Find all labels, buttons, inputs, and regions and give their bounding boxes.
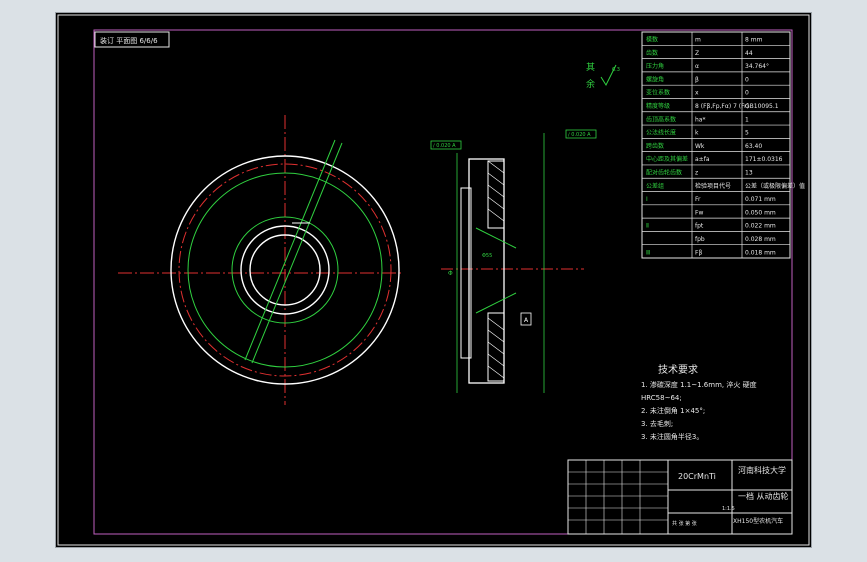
parameter-table: 模数 m 8 mm 齿数 Z 44 压力角 α 34.764° 螺旋角 β 0 变位系数 x 0 精度等级 8 … — [641, 31, 805, 259]
rim-bottom — [487, 312, 505, 382]
title-block: 20CrMnTi 河南科技大学 一档 从动齿轮 XH150型农机汽车 1:1.5… — [567, 459, 793, 535]
roughness-value: 6.3 — [612, 67, 620, 73]
drawing-canvas: 装订 平面图 6/6/6 其 余 6.3 A Φ Φ55 ∕ 0.020 A ∕… — [57, 14, 810, 546]
parameter-symbol: x — [695, 90, 699, 97]
parameter-value: 13 — [745, 170, 753, 177]
parameter-name: 变位系数 — [646, 89, 670, 97]
dim-line-2 — [475, 292, 517, 314]
tech-title: 技术要求 — [658, 363, 698, 376]
parameter-value: 0.028 mm — [745, 236, 776, 243]
parameter-symbol: fpb — [695, 236, 705, 243]
parameter-name: 精度等级 — [646, 102, 670, 110]
leader-line-2 — [251, 142, 343, 364]
parameter-value: 公差（或极限偏差）值 — [745, 182, 805, 190]
parameter-symbol: z — [695, 170, 698, 177]
parameter-value: 8 mm — [745, 37, 763, 44]
parameter-value: 0.018 mm — [745, 249, 776, 256]
parameter-name: 模数 — [646, 36, 658, 44]
parameter-value: 34.764° — [745, 63, 769, 70]
parameter-value: 0.022 mm — [745, 223, 776, 230]
parameter-symbol: Z — [695, 50, 699, 57]
parameter-symbol: β — [695, 76, 699, 83]
front-view — [118, 115, 402, 405]
roughness-note-2: 余 — [586, 78, 595, 90]
right-callout: ∕ 0.020 A — [568, 132, 591, 138]
parameter-symbol: k — [695, 130, 699, 137]
cad-viewport[interactable]: 装订 平面图 6/6/6 其 余 6.3 A Φ Φ55 ∕ 0.020 A ∕… — [55, 12, 812, 548]
parameter-name: 压力角 — [646, 62, 664, 70]
inner-border — [93, 29, 793, 535]
sheet-text: 共 张 第 张 — [672, 520, 697, 527]
parameter-value: GB10095.1 — [745, 103, 779, 110]
hatch-top — [487, 160, 505, 222]
tech-item-3: 2. 未注倒角 1×45°; — [641, 406, 705, 415]
tech-item-1: 1. 渗碳深度 1.1~1.6mm, 淬火 硬度 — [641, 380, 757, 389]
hub-outline — [468, 158, 505, 384]
parameter-name: Ⅰ — [646, 196, 648, 203]
material-text: 20CrMnTi — [678, 472, 716, 481]
top-callout: ∕ 0.020 A — [433, 143, 456, 149]
hatch-bottom — [487, 317, 505, 379]
parameter-value: 63.40 — [745, 143, 762, 150]
parameter-value: 0 — [745, 76, 749, 83]
slot-label: Φ55 — [482, 253, 492, 259]
datum-label: A — [524, 317, 529, 324]
parameter-symbol: Fβ — [695, 249, 702, 256]
corner-stamp-text: 装订 平面图 6/6/6 — [100, 36, 158, 45]
title-block-grid — [568, 460, 668, 534]
tech-item-4: 3. 去毛刺; — [641, 419, 673, 428]
parameter-symbol: Fr — [695, 196, 701, 203]
parameter-name: 螺旋角 — [646, 75, 664, 83]
parameter-value: 171±0.0316 — [745, 156, 783, 163]
parameter-symbol: ha* — [695, 116, 705, 123]
parameter-symbol: m — [695, 37, 701, 44]
section-view: A Φ Φ55 ∕ 0.020 A ∕ 0.020 A — [430, 129, 597, 393]
project-text: XH150型农机汽车 — [733, 517, 783, 525]
parameter-name: 公差组 — [646, 182, 664, 190]
parameter-value: 44 — [745, 50, 753, 57]
parameter-value: 1 — [745, 116, 749, 123]
parameter-symbol: 8 (Fβ,Fp,Fα) 7 (Fr) — [695, 103, 749, 110]
parameter-value: 5 — [745, 130, 749, 137]
scale-text: 1:1.5 — [722, 506, 735, 512]
technical-requirements: 技术要求 1. 渗碳深度 1.1~1.6mm, 淬火 硬度 HRC58~64; … — [641, 363, 757, 441]
parameter-symbol: Wk — [695, 143, 705, 150]
dim-line-1 — [475, 227, 517, 249]
parameter-value: 0 — [745, 90, 749, 97]
parameter-name: 公法线长度 — [646, 129, 676, 137]
parameter-name: Ⅱ — [646, 223, 649, 230]
parameter-name: Ⅲ — [646, 249, 650, 256]
parameter-symbol: a±fa — [695, 156, 710, 163]
tech-item-5: 3. 未注圆角半径3。 — [641, 432, 703, 441]
parameter-value: 0.050 mm — [745, 209, 776, 216]
parameter-value: 0.071 mm — [745, 196, 776, 203]
parameter-name: 齿数 — [646, 49, 658, 57]
school-text: 河南科技大学 — [738, 465, 786, 475]
parameter-symbol: α — [695, 63, 699, 70]
roughness-note-1: 其 — [586, 62, 595, 73]
parameter-name: 跨齿数 — [646, 142, 664, 150]
part-name-text: 一档 从动齿轮 — [738, 491, 789, 501]
parameter-name: 配对齿轮齿数 — [646, 169, 682, 177]
parameter-name: 中心距及其偏差 — [646, 155, 688, 163]
bore-label: Φ — [448, 270, 453, 277]
tech-item-2: HRC58~64; — [641, 394, 682, 402]
parameter-symbol: 检验项目代号 — [695, 182, 731, 190]
parameter-symbol: Fw — [695, 209, 703, 216]
parameter-name: 齿顶高系数 — [646, 115, 676, 123]
parameter-symbol: fpt — [695, 223, 704, 230]
